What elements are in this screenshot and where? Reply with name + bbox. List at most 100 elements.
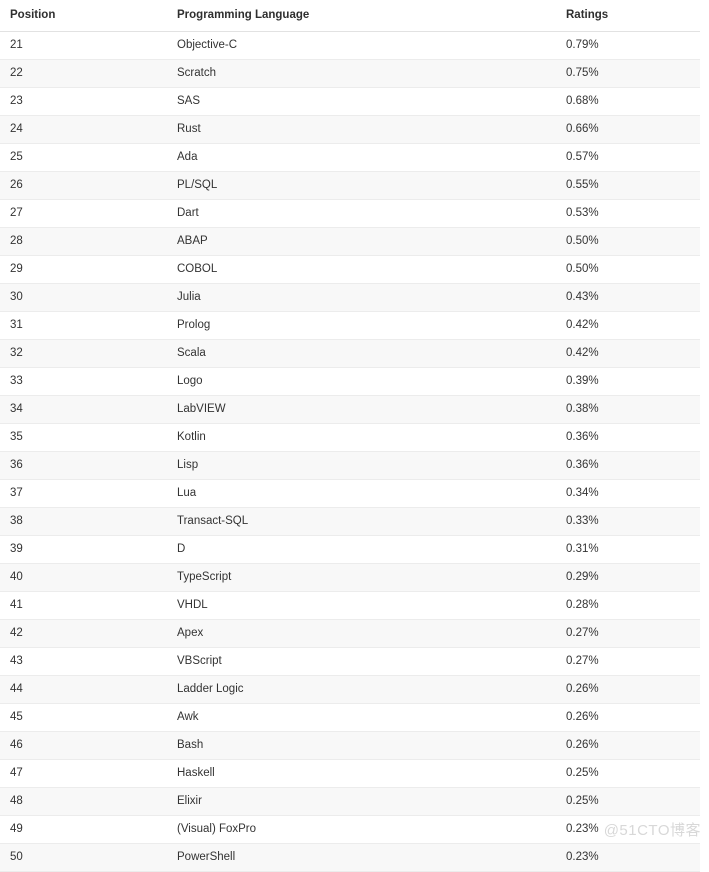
- programming-language-ranking-table: Position Programming Language Ratings 21…: [0, 0, 700, 872]
- cell-programming-language: (Visual) FoxPro: [167, 815, 556, 844]
- cell-programming-language: Scala: [167, 339, 556, 368]
- cell-rating: 0.55%: [556, 171, 700, 200]
- table-row: 47 Haskell 0.25%: [0, 759, 700, 788]
- cell-programming-language: Dart: [167, 199, 556, 228]
- cell-programming-language: Kotlin: [167, 423, 556, 452]
- cell-programming-language: PowerShell: [167, 843, 556, 872]
- cell-position: 30: [0, 283, 167, 312]
- cell-rating: 0.23%: [556, 815, 700, 844]
- cell-programming-language: Lisp: [167, 451, 556, 480]
- cell-position: 24: [0, 115, 167, 144]
- cell-programming-language: TypeScript: [167, 563, 556, 592]
- cell-rating: 0.36%: [556, 451, 700, 480]
- table-row: 50 PowerShell 0.23%: [0, 843, 700, 872]
- table-row: 45 Awk 0.26%: [0, 703, 700, 732]
- table-row: 30 Julia 0.43%: [0, 283, 700, 312]
- cell-position: 47: [0, 759, 167, 788]
- cell-programming-language: Lua: [167, 479, 556, 508]
- column-header-ratings: Ratings: [556, 0, 700, 32]
- cell-rating: 0.25%: [556, 787, 700, 816]
- cell-programming-language: ABAP: [167, 227, 556, 256]
- cell-programming-language: LabVIEW: [167, 395, 556, 424]
- table-row: 48 Elixir 0.25%: [0, 787, 700, 816]
- table-row: 38 Transact-SQL 0.33%: [0, 507, 700, 536]
- cell-rating: 0.42%: [556, 339, 700, 368]
- table-row: 24 Rust 0.66%: [0, 115, 700, 144]
- table-row: 49 (Visual) FoxPro 0.23%: [0, 815, 700, 844]
- cell-position: 41: [0, 591, 167, 620]
- cell-programming-language: Logo: [167, 367, 556, 396]
- cell-position: 46: [0, 731, 167, 760]
- cell-programming-language: D: [167, 535, 556, 564]
- cell-rating: 0.39%: [556, 367, 700, 396]
- table-row: 46 Bash 0.26%: [0, 731, 700, 760]
- cell-position: 48: [0, 787, 167, 816]
- table-body: 21 Objective-C 0.79% 22 Scratch 0.75% 23 SAS 0.6…: [0, 31, 700, 872]
- cell-programming-language: Bash: [167, 731, 556, 760]
- cell-rating: 0.26%: [556, 731, 700, 760]
- cell-position: 49: [0, 815, 167, 844]
- cell-position: 29: [0, 255, 167, 284]
- cell-position: 36: [0, 451, 167, 480]
- cell-rating: 0.28%: [556, 591, 700, 620]
- cell-position: 25: [0, 143, 167, 172]
- cell-programming-language: Ada: [167, 143, 556, 172]
- cell-programming-language: Julia: [167, 283, 556, 312]
- cell-position: 21: [0, 31, 167, 60]
- cell-position: 22: [0, 59, 167, 88]
- cell-rating: 0.33%: [556, 507, 700, 536]
- cell-rating: 0.27%: [556, 619, 700, 648]
- cell-rating: 0.34%: [556, 479, 700, 508]
- cell-position: 45: [0, 703, 167, 732]
- cell-position: 44: [0, 675, 167, 704]
- cell-programming-language: Objective-C: [167, 31, 556, 60]
- cell-position: 31: [0, 311, 167, 340]
- cell-programming-language: Rust: [167, 115, 556, 144]
- table-row: 37 Lua 0.34%: [0, 479, 700, 508]
- cell-rating: 0.27%: [556, 647, 700, 676]
- cell-programming-language: VHDL: [167, 591, 556, 620]
- table-row: 23 SAS 0.68%: [0, 87, 700, 116]
- cell-programming-language: Prolog: [167, 311, 556, 340]
- cell-position: 23: [0, 87, 167, 116]
- table-row: 36 Lisp 0.36%: [0, 451, 700, 480]
- cell-programming-language: PL/SQL: [167, 171, 556, 200]
- cell-rating: 0.57%: [556, 143, 700, 172]
- cell-rating: 0.75%: [556, 59, 700, 88]
- table-header-row: Position Programming Language Ratings: [0, 0, 700, 32]
- table-row: 22 Scratch 0.75%: [0, 59, 700, 88]
- table-row: 39 D 0.31%: [0, 535, 700, 564]
- cell-rating: 0.26%: [556, 675, 700, 704]
- cell-rating: 0.25%: [556, 759, 700, 788]
- cell-rating: 0.66%: [556, 115, 700, 144]
- table-row: 29 COBOL 0.50%: [0, 255, 700, 284]
- table-row: 26 PL/SQL 0.55%: [0, 171, 700, 200]
- cell-rating: 0.68%: [556, 87, 700, 116]
- cell-rating: 0.31%: [556, 535, 700, 564]
- cell-rating: 0.29%: [556, 563, 700, 592]
- table-row: 28 ABAP 0.50%: [0, 227, 700, 256]
- table-row: 43 VBScript 0.27%: [0, 647, 700, 676]
- cell-programming-language: Haskell: [167, 759, 556, 788]
- cell-position: 34: [0, 395, 167, 424]
- cell-position: 42: [0, 619, 167, 648]
- cell-programming-language: COBOL: [167, 255, 556, 284]
- table-row: 33 Logo 0.39%: [0, 367, 700, 396]
- cell-position: 33: [0, 367, 167, 396]
- table-row: 42 Apex 0.27%: [0, 619, 700, 648]
- table-row: 41 VHDL 0.28%: [0, 591, 700, 620]
- cell-rating: 0.50%: [556, 255, 700, 284]
- table-row: 25 Ada 0.57%: [0, 143, 700, 172]
- cell-position: 38: [0, 507, 167, 536]
- cell-position: 32: [0, 339, 167, 368]
- table-header: Position Programming Language Ratings: [0, 0, 700, 32]
- cell-programming-language: Scratch: [167, 59, 556, 88]
- table-row: 44 Ladder Logic 0.26%: [0, 675, 700, 704]
- cell-position: 43: [0, 647, 167, 676]
- cell-programming-language: Ladder Logic: [167, 675, 556, 704]
- table-row: 35 Kotlin 0.36%: [0, 423, 700, 452]
- cell-programming-language: SAS: [167, 87, 556, 116]
- table-row: 21 Objective-C 0.79%: [0, 31, 700, 60]
- cell-programming-language: Apex: [167, 619, 556, 648]
- cell-programming-language: Awk: [167, 703, 556, 732]
